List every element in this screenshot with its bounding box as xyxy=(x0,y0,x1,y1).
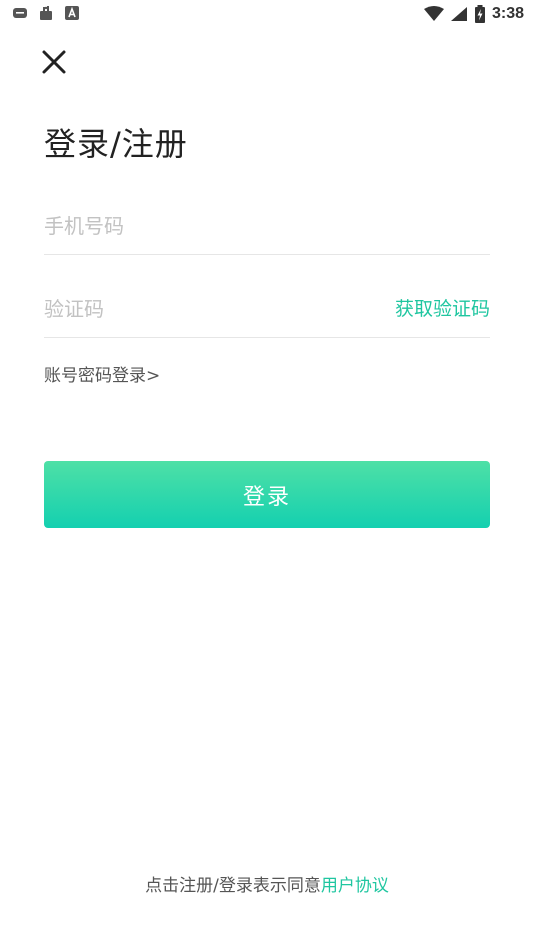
phone-input[interactable] xyxy=(44,198,490,254)
a-icon xyxy=(65,6,79,20)
status-right-icons: 3:38 xyxy=(423,5,524,23)
bag-icon xyxy=(40,6,52,20)
status-left-icons xyxy=(12,5,80,21)
phone-input-row xyxy=(44,198,490,255)
get-code-button[interactable]: 获取验证码 xyxy=(395,281,490,337)
wifi-icon xyxy=(423,6,444,21)
code-input-row: 获取验证码 xyxy=(44,281,490,338)
status-bar: 3:38 xyxy=(0,0,534,30)
battery-icon xyxy=(474,5,485,23)
agreement-prefix: 点击注册/登录表示同意 xyxy=(145,876,321,896)
login-button[interactable]: 登录 xyxy=(44,461,490,528)
page-title: 登录/注册 xyxy=(44,125,188,163)
signal-icon xyxy=(450,7,467,21)
close-button[interactable] xyxy=(38,46,70,78)
verification-code-input[interactable] xyxy=(44,281,374,337)
status-time: 3:38 xyxy=(491,5,524,22)
agreement-text: 点击注册/登录表示同意用户协议 xyxy=(0,872,534,900)
close-icon xyxy=(42,50,66,74)
password-login-link[interactable]: 账号密码登录> xyxy=(44,362,160,390)
user-agreement-link[interactable]: 用户协议 xyxy=(321,876,389,896)
message-icon xyxy=(13,8,27,18)
